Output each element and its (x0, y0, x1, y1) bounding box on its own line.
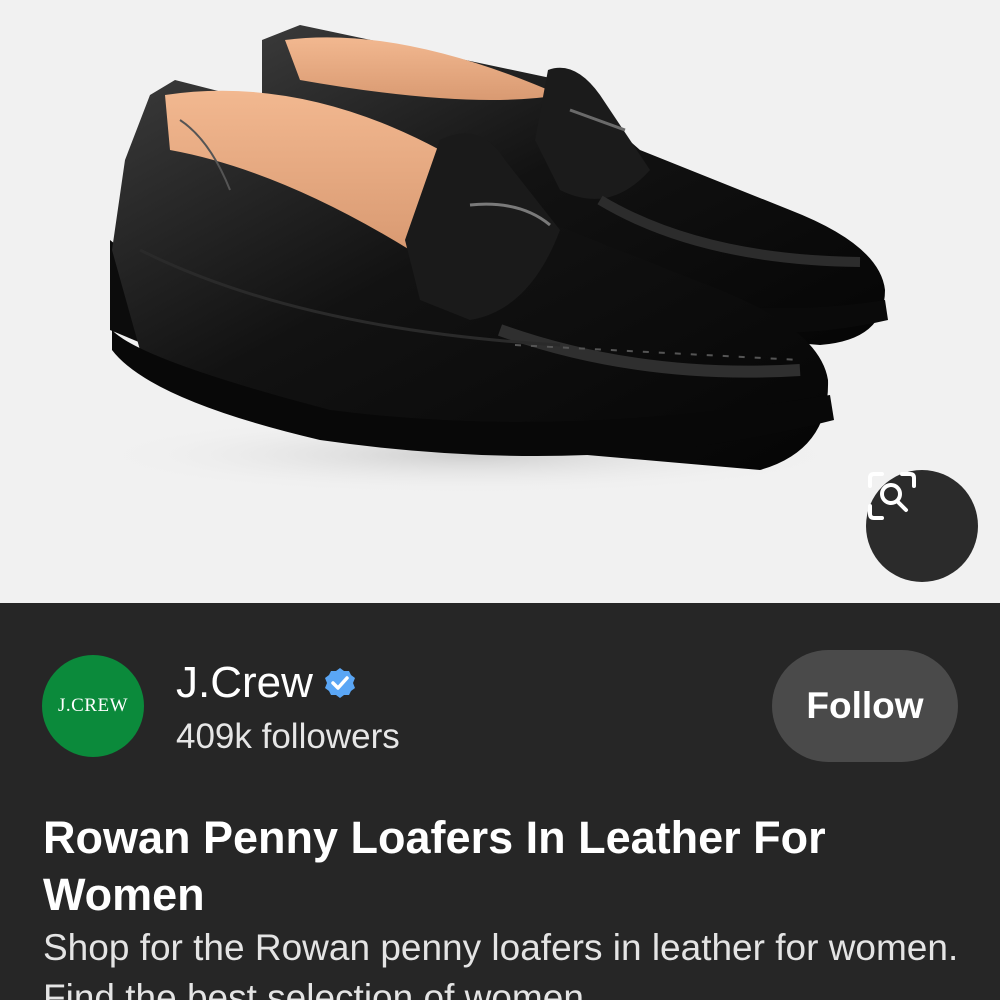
brand-logo-text: J.CREW (57, 695, 129, 716)
verified-badge-icon (324, 668, 355, 698)
follow-button[interactable]: Follow (772, 650, 958, 762)
product-info-panel: J.CREW J.Crew 409k followers Follow Rowa… (0, 603, 1000, 1000)
visual-search-icon (868, 472, 916, 520)
follower-count: 409k followers (176, 717, 400, 756)
loafers-illustration (90, 25, 888, 495)
product-image[interactable] (0, 0, 1000, 603)
brand-header: J.Crew (176, 655, 357, 711)
brand-name[interactable]: J.Crew (176, 655, 313, 711)
product-description: Shop for the Rowan penny loafers in leat… (43, 927, 959, 1000)
visual-search-button[interactable] (866, 470, 978, 582)
brand-logo[interactable]: J.CREW (42, 655, 144, 757)
product-title[interactable]: Rowan Penny Loafers In Leather For Women (43, 809, 943, 923)
